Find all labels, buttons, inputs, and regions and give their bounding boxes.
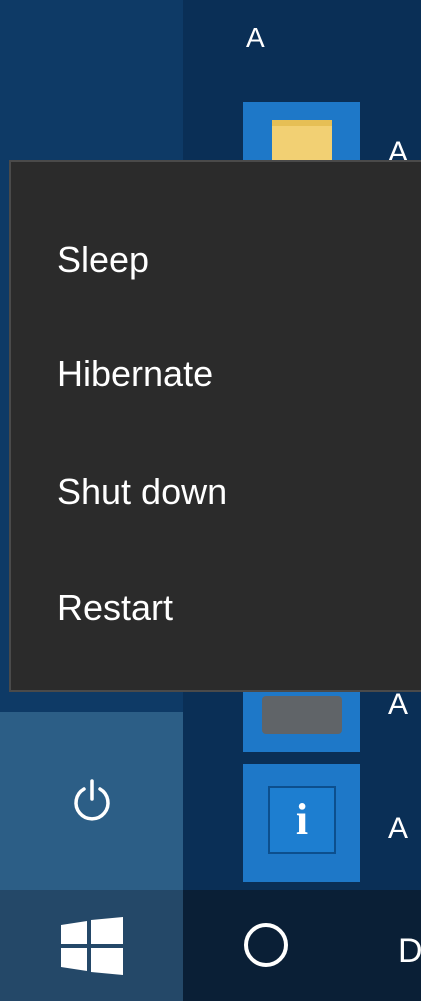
- power-icon: [73, 779, 110, 821]
- menu-item-shut-down[interactable]: Shut down: [11, 452, 421, 532]
- taskbar-item-partial[interactable]: D: [398, 932, 421, 971]
- power-options-menu: Sleep Hibernate Shut down Restart: [9, 160, 421, 692]
- app-label[interactable]: A: [388, 812, 408, 846]
- app-group-header[interactable]: A: [246, 22, 265, 54]
- taskbar: D: [0, 890, 421, 1001]
- info-icon: i: [268, 786, 336, 854]
- menu-item-hibernate[interactable]: Hibernate: [11, 334, 421, 414]
- cortana-circle-icon: [244, 923, 288, 967]
- cortana-search-button[interactable]: [233, 912, 299, 978]
- power-button[interactable]: [0, 712, 183, 890]
- windows-logo-icon: [60, 916, 123, 975]
- start-menu-screen: A A A i A D Sleep Hibernate Shut down Re…: [0, 0, 421, 1001]
- menu-item-restart[interactable]: Restart: [11, 568, 421, 648]
- device-icon: [262, 696, 342, 734]
- start-button[interactable]: [0, 890, 183, 1001]
- menu-item-sleep[interactable]: Sleep: [11, 220, 421, 300]
- app-label[interactable]: A: [388, 688, 408, 722]
